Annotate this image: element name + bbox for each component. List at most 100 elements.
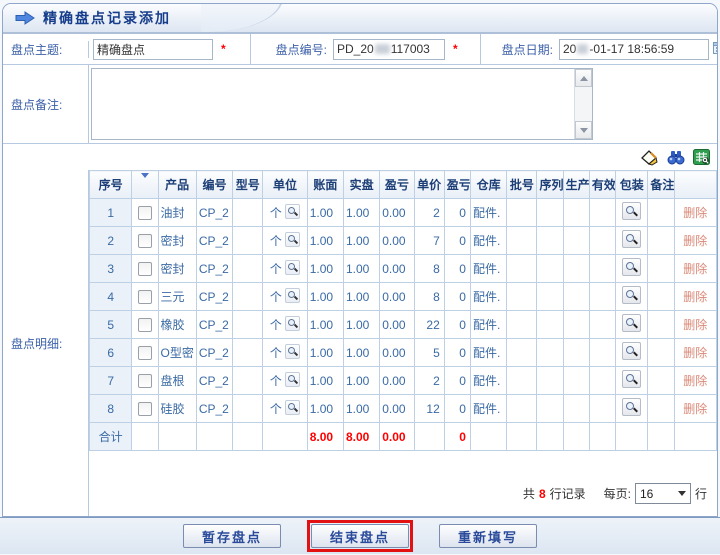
note-edit-icon[interactable] — [640, 148, 659, 166]
col-header-remark[interactable]: 备注 — [647, 170, 675, 199]
unit-lookup-icon[interactable] — [285, 316, 301, 331]
unit-lookup-icon[interactable] — [285, 344, 301, 359]
row-checkbox[interactable] — [137, 345, 152, 360]
delete-link[interactable]: 删除 — [683, 234, 707, 248]
finish-inventory-button[interactable]: 结束盘点 — [311, 524, 409, 548]
sum-book: 8.00 — [306, 422, 344, 451]
package-lookup-button[interactable] — [622, 342, 642, 360]
table-row: 1 油封 CP_2 个 1.00 1.00 0.00 2 0 配件. 删除 — [88, 198, 717, 227]
price-cell: 22 — [413, 310, 445, 339]
unit-cell: 个 — [262, 226, 308, 255]
package-cell — [615, 338, 649, 367]
product-name-cell: 三元 — [157, 282, 197, 311]
chevron-down-icon[interactable] — [140, 172, 149, 192]
diff-qty-cell: 0.00 — [379, 394, 415, 423]
row-checkbox[interactable] — [137, 317, 152, 332]
col-header-diff[interactable]: 盈亏 — [379, 170, 415, 199]
calendar-icon[interactable] — [713, 41, 717, 57]
unit-lookup-icon[interactable] — [285, 260, 301, 275]
profit-cell: 0 — [443, 226, 471, 255]
action-cell: 删除 — [673, 198, 717, 227]
delete-link[interactable]: 删除 — [683, 262, 707, 276]
save-draft-button[interactable]: 暂存盘点 — [183, 524, 281, 548]
unit-lookup-icon[interactable] — [285, 400, 301, 415]
subject-required-mark: * — [221, 42, 226, 56]
package-lookup-button[interactable] — [622, 314, 642, 332]
delete-link[interactable]: 删除 — [683, 206, 707, 220]
col-header-unit[interactable]: 单位 — [262, 170, 308, 199]
col-header-no[interactable]: 序号 — [88, 170, 133, 199]
col-header-select[interactable] — [131, 170, 159, 199]
delete-link[interactable]: 删除 — [683, 374, 707, 388]
row-checkbox[interactable] — [137, 261, 152, 276]
excel-export-icon[interactable] — [692, 148, 711, 166]
col-header-warehouse[interactable]: 仓库 — [469, 170, 508, 199]
col-header-book[interactable]: 账面 — [306, 170, 344, 199]
sum-label: 合计 — [88, 422, 133, 451]
col-header-model[interactable]: 型号 — [232, 170, 264, 199]
remark-textarea[interactable] — [91, 68, 593, 140]
binoculars-search-icon[interactable] — [666, 148, 685, 166]
refill-button[interactable]: 重新填写 — [439, 524, 537, 548]
row-number: 8 — [88, 394, 133, 423]
package-lookup-button[interactable] — [622, 286, 642, 304]
col-header-valid[interactable]: 有效 — [588, 170, 617, 199]
col-header-package[interactable]: 包装 — [615, 170, 649, 199]
subject-input[interactable] — [93, 38, 213, 60]
remark-text[interactable] — [92, 69, 574, 139]
scroll-up-icon[interactable] — [575, 69, 592, 87]
package-lookup-button[interactable] — [622, 202, 642, 220]
delete-link[interactable]: 删除 — [683, 402, 707, 416]
row-number: 6 — [88, 338, 133, 367]
form-row-remark: 盘点备注: — [3, 65, 717, 144]
model-cell — [232, 338, 264, 367]
delete-link[interactable]: 删除 — [683, 290, 707, 304]
col-header-serial[interactable]: 序列 — [536, 170, 564, 199]
col-header-code[interactable]: 编号 — [195, 170, 234, 199]
scroll-down-icon[interactable] — [575, 121, 592, 139]
unit-lookup-icon[interactable] — [285, 288, 301, 303]
profit-cell: 0 — [443, 394, 471, 423]
per-page-select[interactable]: 16 — [634, 483, 691, 504]
row-checkbox[interactable] — [137, 233, 152, 248]
sum-profit: 0 — [443, 422, 471, 451]
package-lookup-button[interactable] — [622, 258, 642, 276]
row-checkbox[interactable] — [137, 289, 152, 304]
unit-lookup-icon[interactable] — [285, 204, 301, 219]
package-lookup-button[interactable] — [622, 370, 642, 388]
col-header-price[interactable]: 单价 — [413, 170, 445, 199]
product-name-cell: 密封 — [157, 254, 197, 283]
action-cell: 删除 — [673, 366, 717, 395]
package-lookup-button[interactable] — [622, 398, 642, 416]
footer-action-bar: 暂存盘点 结束盘点 重新填写 — [0, 517, 720, 554]
delete-link[interactable]: 删除 — [683, 346, 707, 360]
row-select-cell — [131, 366, 159, 395]
col-header-profit[interactable]: 盈亏 — [443, 170, 471, 199]
col-header-product[interactable]: 产品 — [157, 170, 197, 199]
package-lookup-button[interactable] — [622, 230, 642, 248]
warehouse-cell: 配件. — [469, 282, 508, 311]
number-required-mark: * — [453, 42, 458, 56]
row-select-cell — [131, 198, 159, 227]
product-code-cell: CP_2 — [195, 226, 234, 255]
batch-cell — [506, 338, 538, 367]
serial-cell — [536, 226, 564, 255]
diff-qty-cell: 0.00 — [379, 198, 415, 227]
number-input[interactable]: PD_20 117003 — [333, 38, 445, 60]
delete-link[interactable]: 删除 — [683, 318, 707, 332]
book-qty-cell: 1.00 — [306, 226, 344, 255]
remark-cell — [647, 366, 675, 395]
remark-scrollbar[interactable] — [574, 69, 592, 139]
table-row: 7 盘根 CP_2 个 1.00 1.00 0.00 2 0 配件. 删除 — [88, 366, 717, 395]
col-header-proddate[interactable]: 生产 — [562, 170, 590, 199]
col-header-batch[interactable]: 批号 — [506, 170, 538, 199]
unit-lookup-icon[interactable] — [285, 232, 301, 247]
date-input[interactable]: 20 -01-17 18:56:59 — [559, 38, 709, 60]
row-checkbox[interactable] — [137, 373, 152, 388]
unit-value: 个 — [269, 234, 282, 248]
unit-lookup-icon[interactable] — [285, 372, 301, 387]
row-checkbox[interactable] — [137, 205, 152, 220]
col-header-actual[interactable]: 实盘 — [342, 170, 381, 199]
row-checkbox[interactable] — [137, 401, 152, 416]
row-select-cell — [131, 338, 159, 367]
